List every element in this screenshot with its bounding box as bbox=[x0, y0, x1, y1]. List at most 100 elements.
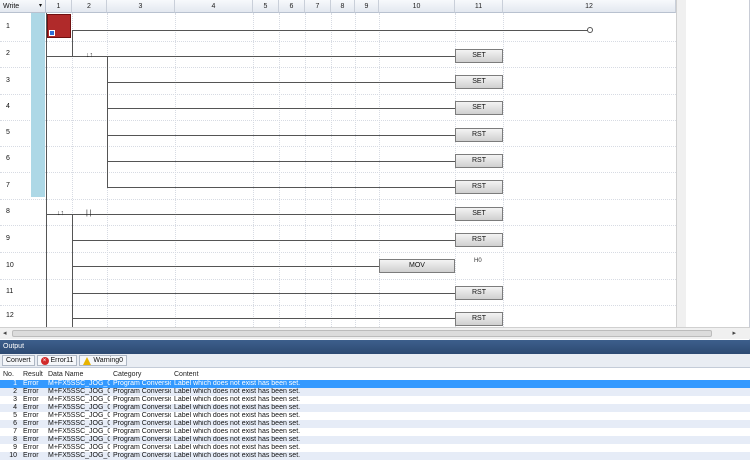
rst-instruction[interactable]: RST bbox=[455, 180, 503, 194]
horizontal-scrollbar[interactable]: ◂ ▸ bbox=[0, 327, 750, 339]
rung-wire bbox=[107, 108, 455, 109]
mov-instruction[interactable]: MOV bbox=[379, 259, 455, 273]
step-number[interactable]: 11 bbox=[6, 288, 22, 295]
grid-row-line bbox=[0, 225, 676, 226]
grid-row-line bbox=[0, 172, 676, 173]
col-header-no[interactable]: No. bbox=[0, 368, 20, 380]
error-filter-button[interactable]: × Error11 bbox=[36, 355, 78, 366]
result-cell-content: Label which does not exist has been set. bbox=[174, 396, 301, 403]
column-header: 12 bbox=[503, 0, 676, 13]
result-cell-category: Program Conversion bbox=[110, 452, 171, 460]
step-number[interactable]: 1 bbox=[6, 23, 22, 30]
result-cell-no: 2 bbox=[0, 388, 20, 396]
result-row[interactable]: 1ErrorM+FX5SSC_JOG_00AProgram Conversion… bbox=[0, 380, 750, 388]
set-instruction[interactable]: SET bbox=[455, 101, 503, 115]
ladder-editor[interactable]: Write ▾ 1 2 3 4 5 6 7 8 9 10 11 12 1 2 3 4 5 6 7 8 9 10 11 12 … bbox=[0, 0, 750, 340]
vertical-scrollbar[interactable] bbox=[676, 0, 686, 327]
rst-instruction[interactable]: RST bbox=[455, 286, 503, 300]
contact-row8-b[interactable]: | | bbox=[86, 210, 92, 217]
step-number[interactable]: 10 bbox=[6, 262, 22, 269]
column-header: 6 bbox=[279, 0, 305, 13]
step-number[interactable]: 5 bbox=[6, 129, 22, 136]
warning-filter-button[interactable]: Warning0 bbox=[79, 355, 128, 366]
result-cell-data-name: M+FX5SSC_JOG_00A bbox=[45, 404, 110, 412]
grid-row-line bbox=[0, 146, 676, 147]
result-cell-content: Label which does not exist has been set. bbox=[171, 404, 750, 412]
column-header: 3 bbox=[107, 0, 175, 13]
contact-row8-a[interactable]: ↓↑ bbox=[57, 210, 64, 217]
results-table: No. Result Data Name Category Content 1E… bbox=[0, 368, 750, 460]
rung-wire bbox=[46, 214, 455, 215]
step-number[interactable]: 3 bbox=[6, 77, 22, 84]
result-cell-result: Error bbox=[23, 444, 39, 451]
rung-branch bbox=[107, 56, 108, 187]
step-number[interactable]: 6 bbox=[6, 155, 22, 162]
column-header: 1 bbox=[46, 0, 72, 13]
scroll-right-icon[interactable]: ▸ bbox=[732, 329, 736, 337]
column-header: 11 bbox=[455, 0, 503, 13]
set-instruction[interactable]: SET bbox=[455, 207, 503, 221]
output-title: Output bbox=[0, 340, 750, 354]
grid-row-line bbox=[0, 199, 676, 200]
step-number[interactable]: 2 bbox=[6, 50, 22, 57]
col-header-content[interactable]: Content bbox=[171, 368, 750, 380]
set-instruction[interactable]: SET bbox=[455, 49, 503, 63]
result-row[interactable]: 10ErrorM+FX5SSC_JOG_00AProgram Conversio… bbox=[0, 452, 750, 460]
result-row[interactable]: 3 Error M+FX5SSC_JOG_00AProgram Conversion… bbox=[0, 396, 750, 404]
result-row[interactable]: 4ErrorM+FX5SSC_JOG_00AProgram Conversion… bbox=[0, 404, 750, 412]
result-cell-result: Error bbox=[20, 436, 45, 444]
col-header-category[interactable]: Category bbox=[110, 368, 171, 380]
result-cell-data-name: M+FX5SSC_JOG_00A bbox=[45, 452, 110, 460]
coil-output-icon[interactable] bbox=[587, 27, 593, 33]
result-cell-data-name: M+FX5SSC_JOG_00A bbox=[45, 388, 110, 396]
col-header-data-name[interactable]: Data Name bbox=[45, 368, 110, 380]
selected-range-gutter bbox=[31, 13, 45, 197]
cursor-cell[interactable] bbox=[47, 14, 71, 38]
rst-instruction[interactable]: RST bbox=[455, 128, 503, 142]
result-cell-category: Program Conversion bbox=[110, 388, 171, 396]
rst-instruction[interactable]: RST bbox=[455, 312, 503, 326]
rst-instruction[interactable]: RST bbox=[455, 233, 503, 247]
result-cell-no: 6 bbox=[0, 420, 20, 428]
result-cell-content: Label which does not exist has been set. bbox=[171, 436, 750, 444]
result-row[interactable]: 6ErrorM+FX5SSC_JOG_00AProgram Conversion… bbox=[0, 420, 750, 428]
result-cell-no: 5 bbox=[13, 412, 17, 419]
result-cell-category: Program Conversion bbox=[113, 428, 171, 435]
result-cell-category: Program Conversion bbox=[110, 404, 171, 412]
result-cell-result: Error bbox=[20, 380, 45, 388]
rung-wire bbox=[107, 56, 455, 57]
rung-wire bbox=[72, 240, 455, 241]
step-number[interactable]: 9 bbox=[6, 235, 22, 242]
convert-tab[interactable]: Convert bbox=[2, 355, 35, 366]
grid-row-line bbox=[0, 305, 676, 306]
mode-selector[interactable]: Write ▾ bbox=[0, 0, 46, 13]
rst-instruction[interactable]: RST bbox=[455, 154, 503, 168]
rung-wire bbox=[72, 293, 455, 294]
set-instruction[interactable]: SET bbox=[455, 75, 503, 89]
step-number[interactable]: 12 bbox=[6, 312, 22, 319]
error-filter-label: Error11 bbox=[50, 356, 74, 364]
result-row[interactable]: 2ErrorM+FX5SSC_JOG_00AProgram Conversion… bbox=[0, 388, 750, 396]
result-cell-no: 7 bbox=[13, 428, 17, 435]
result-cell-content: Label which does not exist has been set. bbox=[171, 388, 750, 396]
col-header-result[interactable]: Result bbox=[20, 368, 45, 380]
contact-row2[interactable]: ↓↑ bbox=[86, 52, 93, 59]
scroll-left-icon[interactable]: ◂ bbox=[3, 329, 7, 337]
result-cell-content: Label which does not exist has been set. bbox=[174, 412, 301, 419]
step-number[interactable]: 4 bbox=[6, 103, 22, 110]
result-row[interactable]: 8ErrorM+FX5SSC_JOG_00AProgram Conversion… bbox=[0, 436, 750, 444]
result-cell-no: 10 bbox=[0, 452, 20, 460]
result-row[interactable]: 9 Error M+FX5SSC_JOG_00AProgram Conversion… bbox=[0, 444, 750, 452]
rung-wire bbox=[72, 30, 590, 31]
rung-wire bbox=[107, 82, 455, 83]
result-row[interactable]: 7 Error M+FX5SSC_JOG_00AProgram Conversion… bbox=[0, 428, 750, 436]
step-number[interactable]: 8 bbox=[6, 208, 22, 215]
rung-wire bbox=[72, 318, 455, 319]
output-toolbar: Convert × Error11 Warning0 bbox=[0, 354, 750, 368]
result-cell-category: Program Conversion bbox=[113, 444, 171, 451]
step-number[interactable]: 7 bbox=[6, 182, 22, 189]
horizontal-scroll-thumb[interactable] bbox=[12, 330, 712, 337]
result-row[interactable]: 5 Error M+FX5SSC_JOG_00AProgram Conversion… bbox=[0, 412, 750, 420]
result-cell-result: Error bbox=[20, 452, 45, 460]
result-cell-data-name: M+FX5SSC_JOG_00A bbox=[45, 380, 110, 388]
